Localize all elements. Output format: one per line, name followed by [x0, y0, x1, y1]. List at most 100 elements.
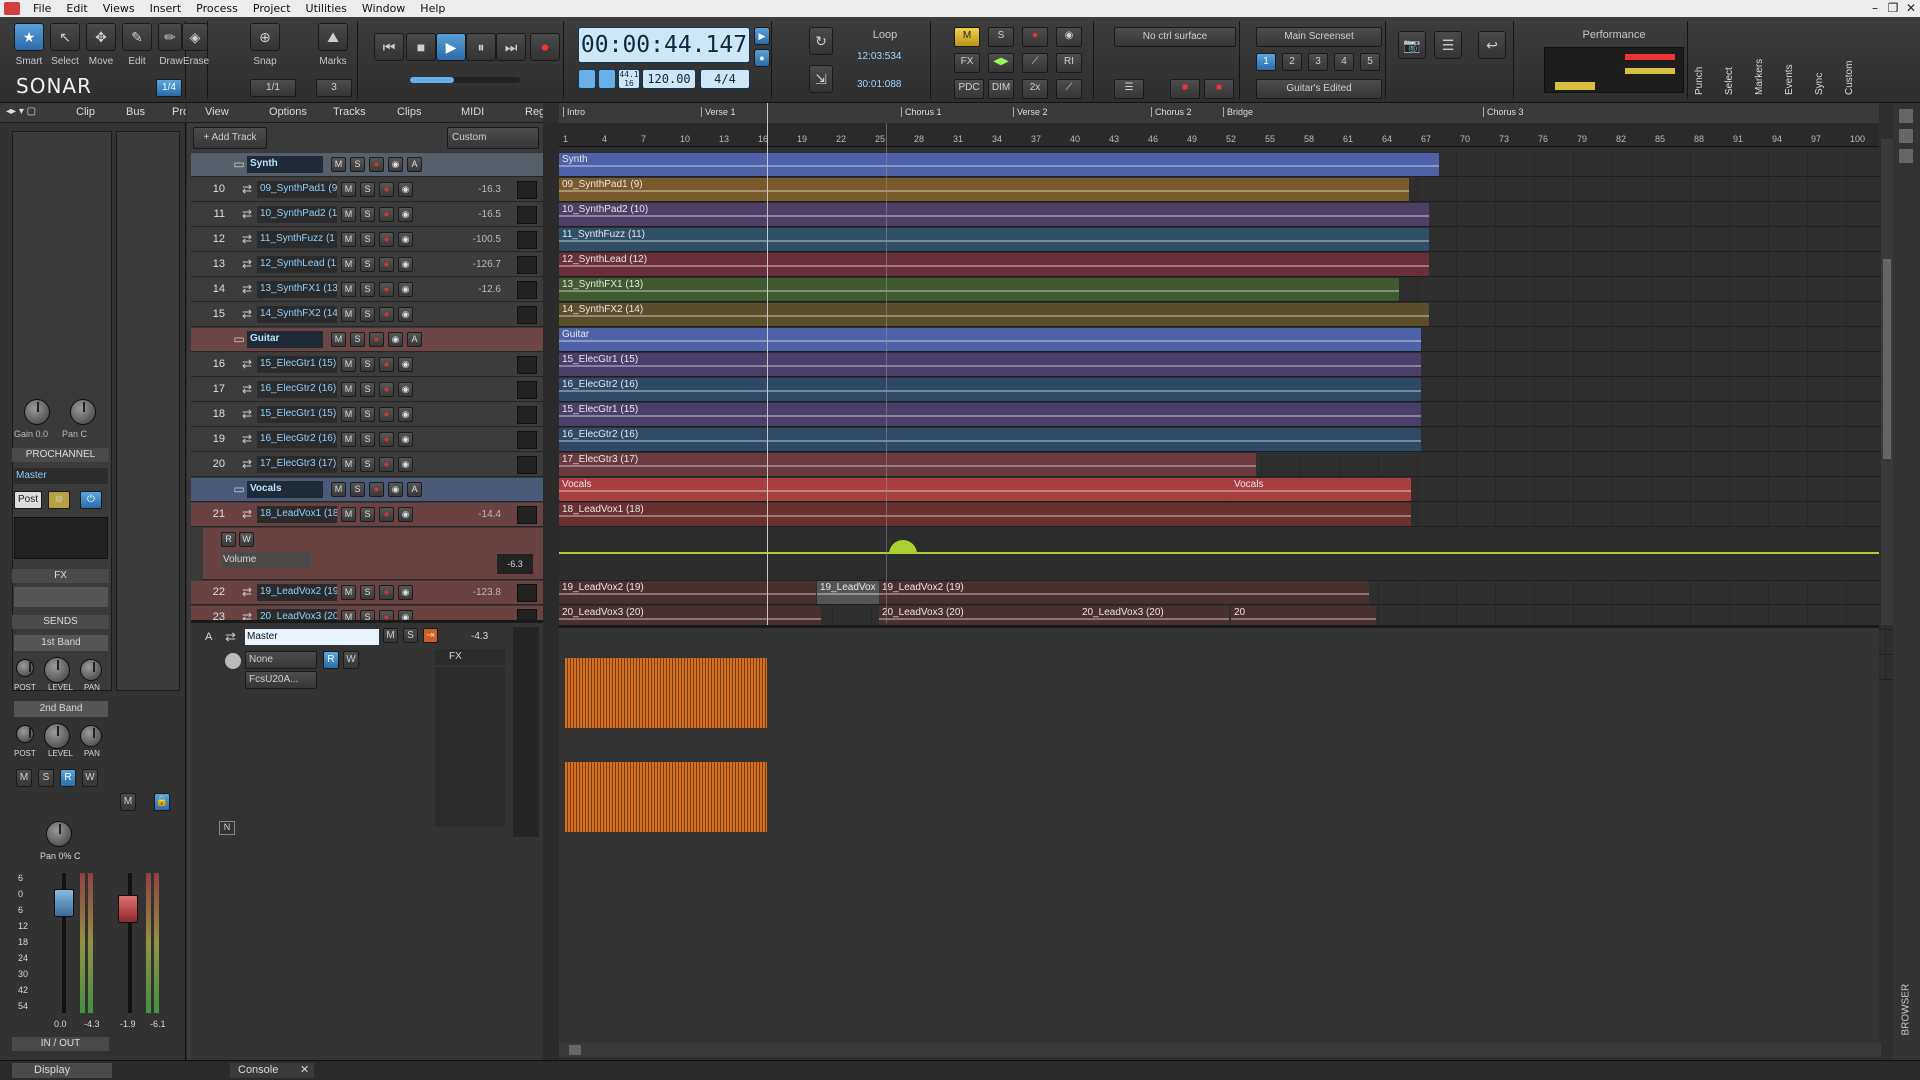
arm-button[interactable]: ● — [379, 407, 394, 422]
clip[interactable]: 15_ElecGtr1 (15) — [559, 353, 1421, 376]
global-solo-button[interactable]: S — [988, 27, 1014, 47]
envelope-node-cluster[interactable] — [889, 540, 917, 554]
camera-icon[interactable]: 📷 — [1398, 31, 1426, 59]
clip[interactable]: Vocals — [1231, 478, 1411, 501]
menu-project[interactable]: Project — [246, 2, 299, 15]
view-menu-options[interactable]: Options — [269, 106, 307, 118]
solo-button[interactable]: S — [360, 282, 375, 297]
strip-read-button[interactable]: R — [60, 769, 76, 787]
tab-markers[interactable]: Markers — [1754, 25, 1765, 95]
track-control-preset[interactable]: Custom — [447, 127, 539, 149]
menu-help[interactable]: Help — [413, 2, 453, 15]
browser-icon-2[interactable] — [1899, 129, 1913, 143]
display-select[interactable]: Display — [12, 1063, 112, 1078]
strip-solo-button[interactable]: S — [38, 769, 54, 787]
acts-icon[interactable]: ☰ — [1114, 79, 1144, 99]
auto-w-button[interactable]: W — [239, 532, 254, 547]
add-track-button[interactable]: + Add Track — [193, 127, 267, 149]
echo-button[interactable]: ◉ — [398, 407, 413, 422]
solo-button[interactable]: S — [350, 157, 365, 172]
arm-button[interactable]: ● — [369, 157, 384, 172]
strip-mute-button[interactable]: M — [16, 769, 32, 787]
meter-display[interactable]: 4/4 — [700, 69, 750, 89]
bus-mute[interactable]: M — [383, 628, 398, 643]
bus-fader[interactable] — [118, 895, 138, 923]
screenset-3[interactable]: 3 — [1308, 53, 1328, 71]
clip[interactable]: 19_LeadVox2 (19) — [879, 581, 1369, 604]
mute-button[interactable]: M — [341, 207, 356, 222]
solo-button[interactable]: S — [360, 207, 375, 222]
mute-button[interactable]: M — [331, 482, 346, 497]
automation-value[interactable]: -6.3 — [497, 554, 533, 574]
stop-button[interactable]: ■ — [406, 33, 436, 61]
marker-chorus-3[interactable]: Chorus 3 — [1483, 107, 1524, 117]
restore-icon[interactable]: ❐ — [1886, 1, 1900, 15]
pdc-button[interactable]: PDC — [954, 79, 984, 99]
track-row[interactable]: 22 ⇄ 19_LeadVox2 (19 M S ● ◉ -123.8 — [191, 581, 543, 605]
ri-button[interactable]: RI — [1056, 53, 1082, 73]
solo-button[interactable]: S — [360, 232, 375, 247]
send2-pan-knob[interactable] — [80, 725, 102, 747]
record-mode-icon[interactable]: ● — [754, 49, 770, 67]
gain-knob[interactable] — [24, 399, 50, 425]
fx-bypass-button[interactable]: FX — [954, 53, 980, 73]
track-row[interactable]: 15 ⇄ 14_SynthFX2 (14 M S ● ◉ — [191, 303, 543, 327]
tab-select[interactable]: Select — [1724, 25, 1735, 95]
echo-button[interactable]: ◉ — [388, 482, 403, 497]
screenset-5[interactable]: 5 — [1360, 53, 1380, 71]
track-name[interactable]: Synth — [247, 156, 323, 173]
screenset-current[interactable]: Guitar's Edited — [1256, 79, 1382, 99]
minimize-icon[interactable]: – — [1868, 1, 1882, 15]
track-name[interactable]: 14_SynthFX2 (14 — [257, 306, 337, 323]
track-name[interactable]: 18_LeadVox1 (18 — [257, 506, 337, 523]
record-button[interactable]: ⏺ — [530, 33, 560, 61]
tab-bus[interactable]: Bus — [126, 106, 145, 118]
solo-button[interactable]: S — [360, 507, 375, 522]
mute-button[interactable]: M — [341, 585, 356, 600]
draw-tool-button[interactable]: ✏ — [158, 23, 182, 51]
echo-button[interactable]: ◉ — [398, 507, 413, 522]
mute-button[interactable]: M — [341, 432, 356, 447]
clip[interactable]: 15_ElecGtr1 (15) — [559, 403, 1421, 426]
browser-icon-1[interactable] — [1899, 109, 1913, 123]
arm-button[interactable]: ● — [379, 257, 394, 272]
arm-button[interactable]: ● — [379, 457, 394, 472]
track-row[interactable]: 16 ⇄ 15_ElecGtr1 (15) M S ● ◉ — [191, 353, 543, 377]
tab-sync[interactable]: Sync — [1814, 25, 1825, 95]
folder-a-button[interactable]: A — [407, 157, 422, 172]
echo-button[interactable]: ◉ — [398, 382, 413, 397]
track-name[interactable]: 11_SynthFuzz (1 — [257, 231, 337, 248]
bus-pan-knob[interactable] — [225, 653, 241, 669]
inout-header[interactable]: IN / OUT — [12, 1037, 109, 1051]
snap-resolution-select[interactable]: 1/1 — [250, 79, 296, 97]
arm-button[interactable]: ● — [379, 585, 394, 600]
arm-button[interactable]: ● — [379, 507, 394, 522]
track-name[interactable]: 16_ElecGtr2 (16) — [257, 431, 337, 448]
solo-button[interactable]: S — [350, 482, 365, 497]
echo-button[interactable]: ◉ — [398, 257, 413, 272]
solo-button[interactable]: S — [360, 407, 375, 422]
mute-button[interactable]: M — [341, 357, 356, 372]
send2-level-knob[interactable] — [44, 723, 70, 749]
clip[interactable]: 19_LeadVox2 (19) — [559, 581, 816, 604]
mute-button[interactable]: M — [331, 157, 346, 172]
track-name[interactable]: 17_ElecGtr3 (17) — [257, 456, 337, 473]
snap-count[interactable]: 3 — [316, 79, 352, 97]
strip-write-button[interactable]: W — [82, 769, 98, 787]
send1-level-knob[interactable] — [44, 657, 70, 683]
marks-button[interactable]: ⛰ — [318, 23, 348, 51]
dim-button[interactable]: DIM — [988, 79, 1014, 99]
select-tool-button[interactable]: ↖ — [50, 23, 80, 51]
midi-in-icon[interactable]: ◀▶ — [988, 53, 1014, 73]
bus-fx-area[interactable] — [435, 667, 505, 827]
echo-button[interactable]: ◉ — [388, 157, 403, 172]
clip[interactable]: 12_SynthLead (12) — [559, 253, 1429, 276]
mute-button[interactable]: M — [341, 182, 356, 197]
track-name[interactable]: 16_ElecGtr2 (16) — [257, 381, 337, 398]
echo-button[interactable]: ◉ — [398, 182, 413, 197]
bus-edit-icon[interactable]: N — [219, 821, 235, 835]
bus-solo[interactable]: S — [403, 628, 418, 643]
bus-read[interactable]: R — [323, 651, 339, 669]
folder-a-button[interactable]: A — [407, 482, 422, 497]
marker-verse-2[interactable]: Verse 2 — [1013, 107, 1048, 117]
